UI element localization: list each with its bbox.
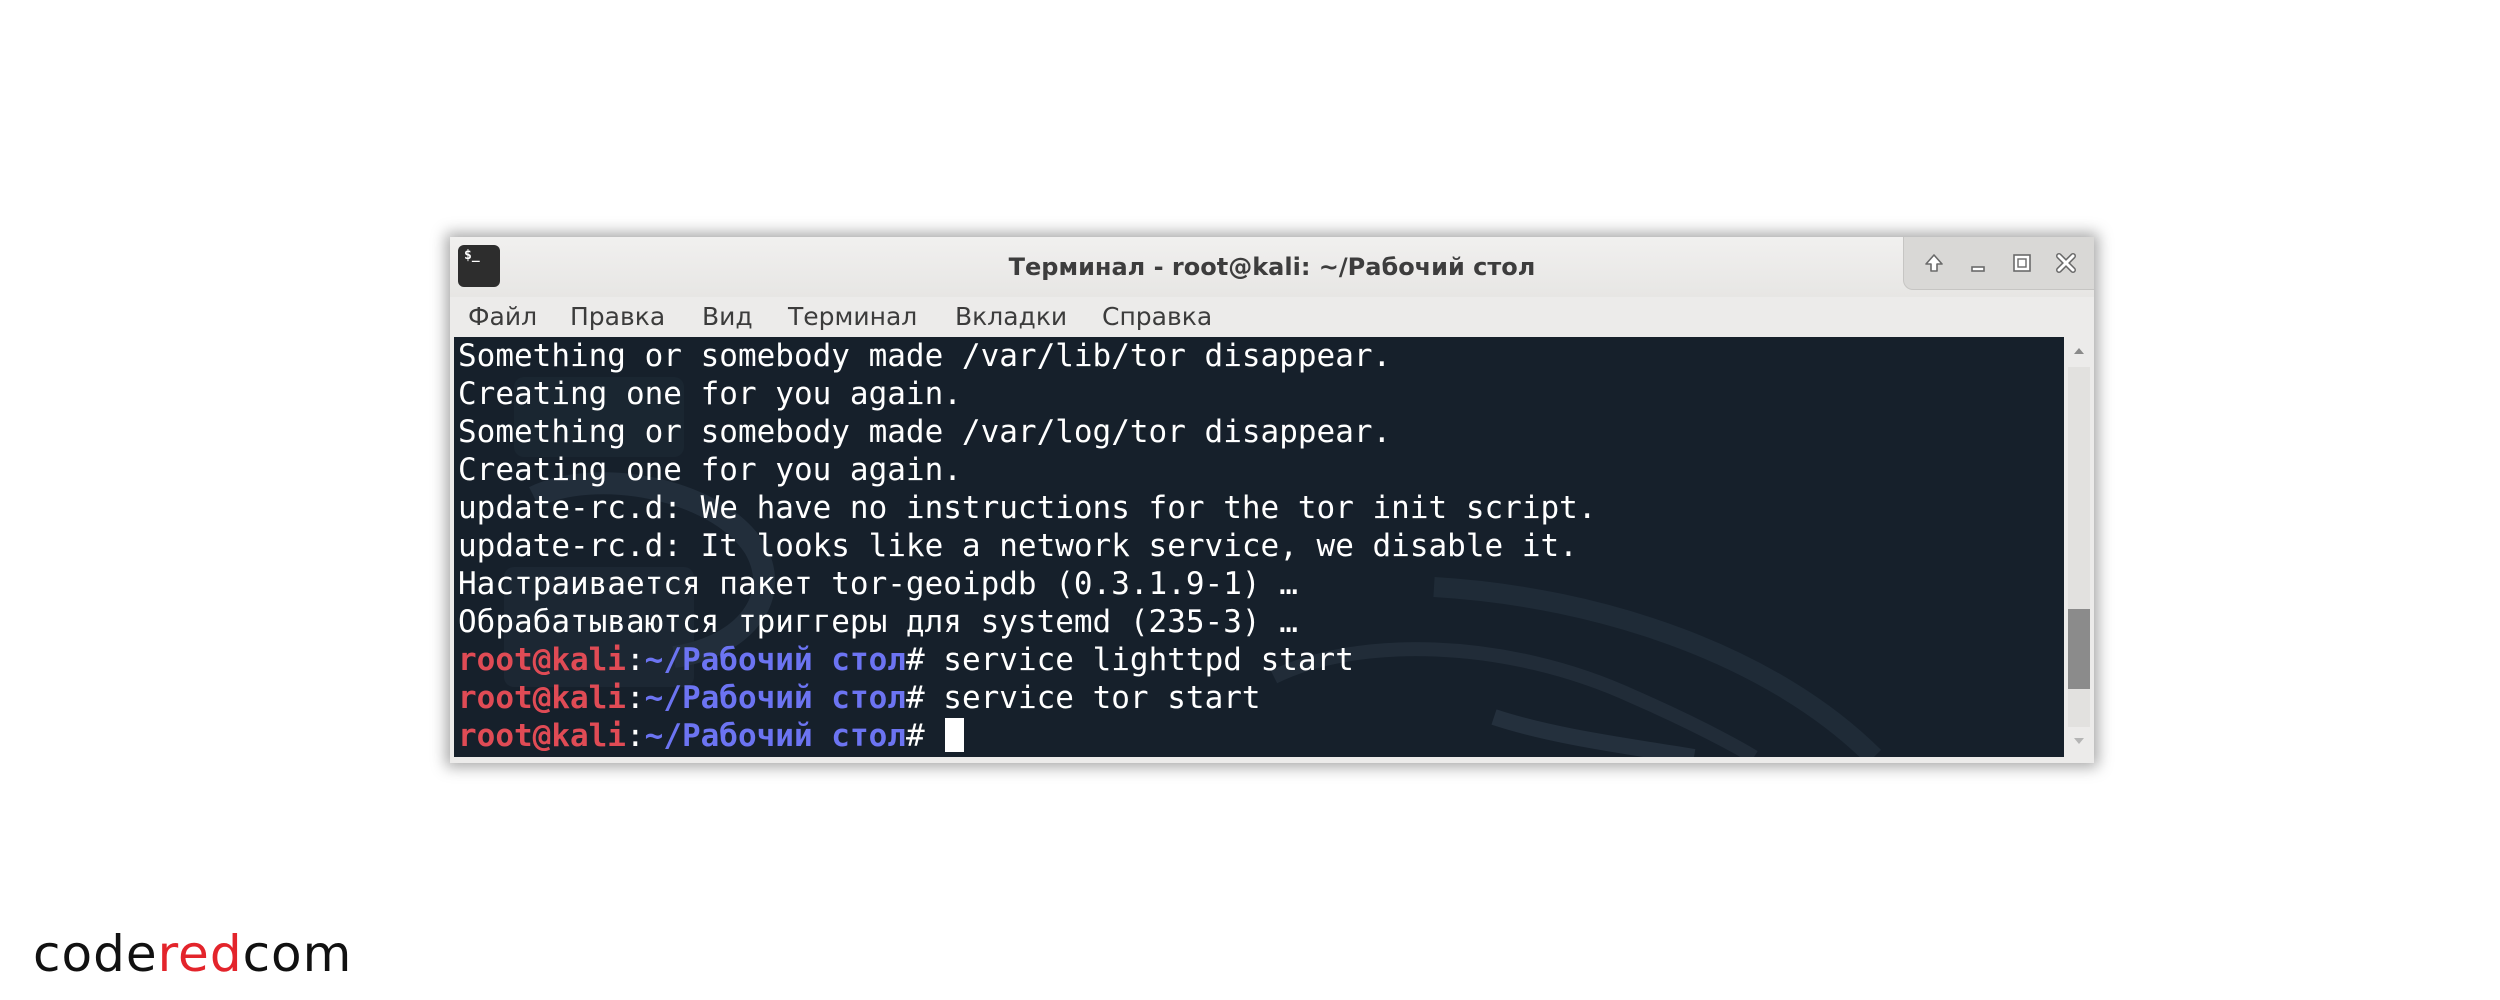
- prompt-command: service tor start: [924, 680, 1261, 716]
- prompt-separator: :: [625, 680, 645, 716]
- triangle-up-icon: [2074, 348, 2084, 354]
- menu-edit[interactable]: Правка: [570, 297, 665, 337]
- close-button[interactable]: [2050, 247, 2082, 279]
- output-line: Обрабатываются триггеры для systemd (235…: [458, 604, 1298, 640]
- brand-watermark: coderedcom: [33, 925, 352, 983]
- output-line: Something or somebody made /var/log/tor …: [458, 414, 1392, 450]
- terminal-output[interactable]: Something or somebody made /var/lib/tor …: [454, 337, 2064, 757]
- menu-file[interactable]: Файл: [468, 297, 537, 337]
- prompt-command-input[interactable]: [925, 718, 944, 754]
- prompt-user: root@kali: [458, 718, 626, 754]
- maximize-button[interactable]: [2006, 247, 2038, 279]
- arrow-up-icon: [1925, 254, 1943, 272]
- prompt-command: service lighttpd start: [924, 642, 1354, 678]
- prompt-hash: #: [905, 718, 925, 754]
- maximize-icon: [2013, 254, 2031, 272]
- terminal-window: $_ Терминал - root@kali: ~/Рабочий стол: [450, 237, 2094, 763]
- menu-view[interactable]: Вид: [702, 297, 753, 337]
- close-icon: [2056, 253, 2076, 273]
- brand-part-red: red: [157, 925, 243, 983]
- window-controls: [1903, 237, 2094, 290]
- brand-part-com: com: [242, 925, 353, 983]
- prompt-line: root@kali:~/Рабочий стол# service lightt…: [458, 641, 1354, 679]
- output-line: update-rc.d: It looks like a network ser…: [458, 528, 1578, 564]
- prompt-hash: #: [905, 680, 925, 716]
- brand-part-code: code: [33, 925, 158, 983]
- output-line: Creating one for you again.: [458, 376, 962, 412]
- output-line: Настраивается пакет tor-geoipdb (0.3.1.9…: [458, 566, 1298, 602]
- scroll-thumb[interactable]: [2068, 609, 2090, 689]
- menu-help[interactable]: Справка: [1102, 297, 1212, 337]
- window-title: Терминал - root@kali: ~/Рабочий стол: [1008, 253, 1536, 281]
- prompt-user: root@kali: [458, 680, 626, 716]
- prompt-separator: :: [625, 718, 645, 754]
- scroll-down-button[interactable]: [2071, 733, 2087, 749]
- title-bar[interactable]: $_ Терминал - root@kali: ~/Рабочий стол: [450, 237, 2094, 297]
- prompt-path: ~/Рабочий стол: [644, 680, 906, 716]
- scroll-up-button[interactable]: [2071, 343, 2087, 359]
- prompt-path: ~/Рабочий стол: [644, 642, 906, 678]
- output-line: update-rc.d: We have no instructions for…: [458, 490, 1597, 526]
- minimize-icon: [1971, 266, 1985, 272]
- roll-up-button[interactable]: [1918, 247, 1950, 279]
- prompt-separator: :: [625, 642, 645, 678]
- triangle-down-icon: [2074, 738, 2084, 744]
- prompt-line: root@kali:~/Рабочий стол# service tor st…: [458, 679, 1261, 717]
- vertical-scrollbar[interactable]: [2064, 337, 2094, 757]
- prompt-hash: #: [905, 642, 925, 678]
- menu-tabs[interactable]: Вкладки: [955, 297, 1067, 337]
- prompt-path: ~/Рабочий стол: [644, 718, 906, 754]
- output-line: Something or somebody made /var/lib/tor …: [458, 338, 1392, 374]
- menu-terminal[interactable]: Терминал: [788, 297, 917, 337]
- active-prompt-line[interactable]: root@kali:~/Рабочий стол#: [458, 717, 965, 755]
- text-cursor: [945, 718, 965, 752]
- menu-bar: Файл Правка Вид Терминал Вкладки Справка: [450, 297, 2094, 337]
- output-line: Creating one for you again.: [458, 452, 962, 488]
- minimize-button[interactable]: [1962, 247, 1994, 279]
- prompt-user: root@kali: [458, 642, 626, 678]
